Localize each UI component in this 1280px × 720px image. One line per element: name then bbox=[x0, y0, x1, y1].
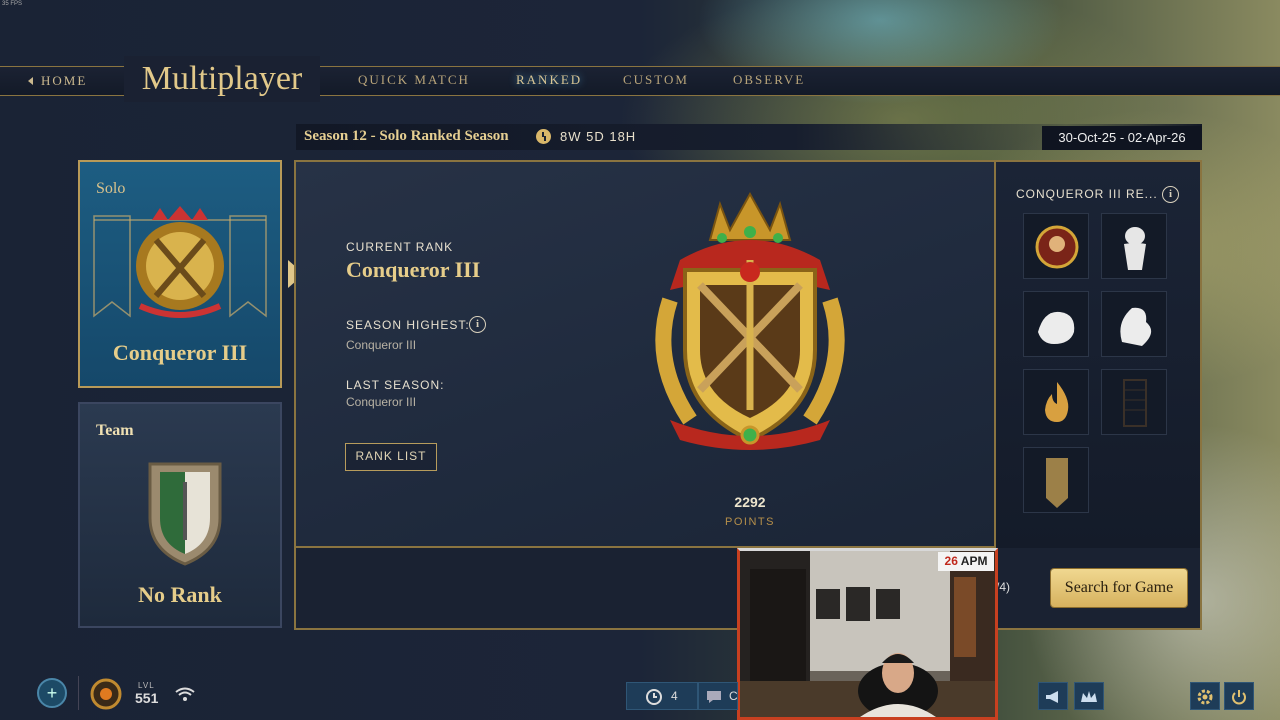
last-season-label: LAST SEASON: bbox=[346, 378, 445, 392]
rewards-title: CONQUEROR III RE... bbox=[1016, 187, 1158, 201]
apm-value: 26 bbox=[944, 554, 958, 568]
divider bbox=[78, 676, 79, 710]
tab-ranked[interactable]: RANKED bbox=[516, 72, 582, 88]
webcam-overlay bbox=[737, 548, 998, 720]
chat-label: C bbox=[729, 689, 738, 703]
season-name: Season 12 - Solo Ranked Season bbox=[304, 128, 509, 144]
rank-list-button[interactable]: RANK LIST bbox=[345, 443, 437, 471]
friends-icon bbox=[646, 689, 662, 705]
rank-points-label: POINTS bbox=[725, 516, 775, 528]
fps-counter: 35 FPS bbox=[2, 1, 23, 7]
team-shield-icon bbox=[148, 462, 222, 566]
solo-card-label: Solo bbox=[96, 180, 126, 197]
chat-icon bbox=[707, 691, 721, 703]
friends-count: 4 bbox=[671, 689, 678, 703]
reward-slot-flame[interactable] bbox=[1023, 369, 1089, 435]
lion-reward-icon bbox=[1038, 311, 1075, 344]
season-highest-value: Conqueror III bbox=[346, 338, 417, 352]
team-card-rank: No Rank bbox=[138, 582, 222, 607]
solo-rank-card[interactable]: Solo Conqueror III bbox=[78, 160, 282, 388]
season-time-left: 8W 5D 18H bbox=[560, 129, 637, 144]
rewards-info-icon[interactable]: i bbox=[1162, 186, 1179, 203]
last-season-value: Conqueror III bbox=[346, 395, 417, 409]
reward-slot-statue[interactable] bbox=[1101, 213, 1167, 279]
level-label: LVL bbox=[138, 681, 155, 690]
current-rank-value: Conqueror III bbox=[346, 257, 481, 282]
chat-button[interactable]: C bbox=[698, 682, 738, 710]
season-highest-info-icon[interactable]: i bbox=[469, 316, 486, 333]
queue-count: /4) bbox=[996, 580, 1011, 594]
reward-slot-banner[interactable] bbox=[1023, 447, 1089, 513]
crown-button[interactable] bbox=[1074, 682, 1104, 710]
megaphone-icon bbox=[1046, 691, 1058, 703]
tab-custom[interactable]: CUSTOM bbox=[623, 72, 689, 88]
dragon-reward-icon bbox=[1120, 307, 1152, 346]
home-button[interactable]: HOME bbox=[28, 72, 87, 90]
flame-reward-icon bbox=[1045, 382, 1069, 422]
tab-observe[interactable]: OBSERVE bbox=[733, 72, 805, 88]
page-title: Multiplayer bbox=[124, 56, 320, 102]
pattern-reward-icon bbox=[1123, 379, 1147, 427]
reward-slot-lion[interactable] bbox=[1023, 291, 1089, 357]
crown-icon bbox=[1081, 691, 1097, 702]
solo-card-rank: Conqueror III bbox=[112, 340, 248, 365]
friends-button[interactable]: 4 bbox=[626, 682, 698, 710]
webcam-feed-image bbox=[740, 551, 995, 717]
apm-label: APM bbox=[960, 554, 988, 568]
banner-reward-icon bbox=[1046, 458, 1068, 508]
rank-points-value: 2292 bbox=[734, 494, 766, 510]
season-highest-label: SEASON HIGHEST: bbox=[346, 318, 470, 332]
reward-slot-pattern[interactable] bbox=[1101, 369, 1167, 435]
reward-slot-portrait[interactable] bbox=[1023, 213, 1089, 279]
season-dates: 30-Oct-25 - 02-Apr-26 bbox=[1042, 126, 1202, 150]
back-arrow-icon bbox=[28, 77, 33, 85]
profile-emblem-icon[interactable] bbox=[90, 678, 122, 710]
current-rank-label: CURRENT RANK bbox=[346, 240, 454, 254]
settings-button[interactable] bbox=[1190, 682, 1220, 710]
team-card-label: Team bbox=[96, 422, 134, 439]
announcements-button[interactable] bbox=[1038, 682, 1068, 710]
add-button[interactable]: + bbox=[37, 678, 67, 708]
wifi-icon bbox=[175, 687, 195, 701]
power-icon bbox=[1232, 690, 1246, 705]
portrait-reward-icon bbox=[1035, 225, 1079, 269]
apm-counter: 26 APM bbox=[938, 552, 994, 571]
gear-icon bbox=[1197, 689, 1213, 705]
reward-slot-dragon[interactable] bbox=[1101, 291, 1167, 357]
power-button[interactable] bbox=[1224, 682, 1254, 710]
statue-reward-icon bbox=[1124, 227, 1146, 270]
team-rank-card[interactable]: Team No Rank bbox=[78, 402, 282, 628]
level-value: 551 bbox=[135, 690, 159, 706]
search-for-game-button[interactable]: Search for Game bbox=[1051, 569, 1187, 607]
home-label: HOME bbox=[41, 73, 88, 88]
conqueror-emblem-icon bbox=[93, 206, 267, 318]
conqueror-large-emblem-icon bbox=[655, 191, 845, 450]
clock-icon bbox=[536, 129, 551, 144]
tab-quick-match[interactable]: QUICK MATCH bbox=[358, 72, 470, 88]
